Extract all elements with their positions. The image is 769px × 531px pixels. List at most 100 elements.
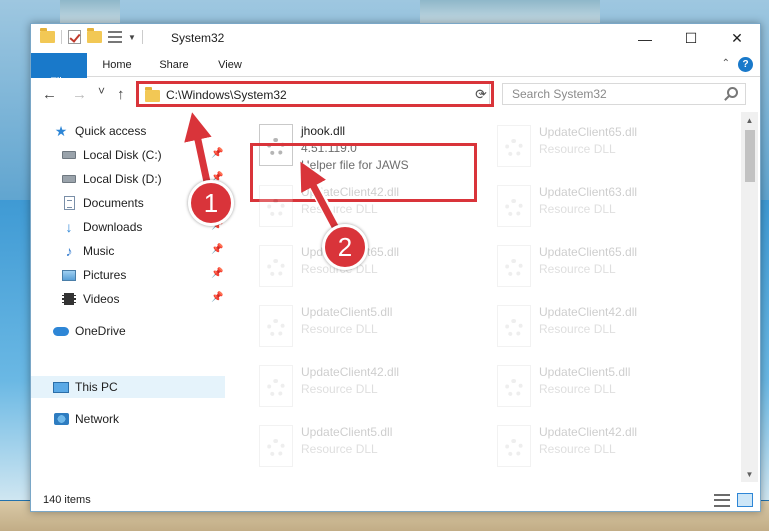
cloud-icon xyxy=(53,326,69,336)
tab-home[interactable]: Home xyxy=(93,53,141,77)
new-folder-icon[interactable] xyxy=(87,28,102,43)
status-bar: 140 items xyxy=(31,490,760,511)
pin-icon[interactable]: 📌 xyxy=(211,292,223,303)
step-badge-1: 1 xyxy=(188,180,234,226)
vertical-scrollbar[interactable]: ▲ ▼ xyxy=(741,112,758,482)
file-name: UpdateClient5.dll xyxy=(539,365,631,379)
file-name: UpdateClient65.dll xyxy=(539,125,638,139)
sidebar-item-network[interactable]: Network xyxy=(53,408,119,430)
toolbar-list-icon[interactable] xyxy=(108,31,122,43)
dll-file-icon xyxy=(259,425,293,467)
dll-file-icon xyxy=(259,305,293,347)
close-button[interactable]: ✕ xyxy=(714,24,760,53)
up-arrow-icon[interactable]: ↑ xyxy=(117,86,125,103)
file-name: UpdateClient5.dll xyxy=(301,425,393,439)
file-description: Resource DLL xyxy=(539,382,616,396)
pin-icon[interactable]: 📌 xyxy=(211,148,223,159)
dll-file-icon xyxy=(259,365,293,407)
dll-file-icon xyxy=(497,185,531,227)
sidebar-item-label: Local Disk (C:) xyxy=(83,148,162,162)
back-arrow-icon[interactable]: ← xyxy=(42,86,57,103)
pin-icon[interactable]: 📌 xyxy=(211,268,223,279)
recent-locations-icon[interactable]: ˅ xyxy=(98,84,105,98)
gear-icon xyxy=(267,259,285,277)
sidebar-item-label: Music xyxy=(83,244,115,258)
file-item[interactable]: UpdateClient5.dll Resource DLL xyxy=(251,417,481,475)
file-item[interactable]: UpdateClient42.dll Resource DLL xyxy=(489,417,719,475)
file-name: UpdateClient42.dll xyxy=(539,425,638,439)
drive-icon xyxy=(62,175,76,183)
sidebar-item-documents[interactable]: Documents xyxy=(61,192,144,214)
file-item[interactable]: UpdateClient63.dll Resource DLL xyxy=(489,177,719,235)
network-icon xyxy=(53,413,69,425)
gear-icon xyxy=(267,199,285,217)
sidebar-item-local-disk-d[interactable]: Local Disk (D:) xyxy=(61,168,162,190)
file-item[interactable]: UpdateClient65.dll Resource DLL xyxy=(489,237,719,295)
details-view-icon[interactable] xyxy=(714,494,730,507)
desktop-palm-leaves xyxy=(420,0,600,24)
minimize-button[interactable]: — xyxy=(622,24,668,53)
dll-file-icon xyxy=(259,185,293,227)
sidebar-item-onedrive[interactable]: OneDrive xyxy=(53,320,126,342)
file-item[interactable]: UpdateClient65.dll Resource DLL xyxy=(489,117,719,175)
gear-icon xyxy=(267,439,285,457)
sidebar-item-music[interactable]: ♪ Music xyxy=(61,240,115,262)
tab-view[interactable]: View xyxy=(207,53,253,77)
sidebar-item-quick-access[interactable]: ★ Quick access xyxy=(53,120,147,142)
file-explorer-window: ▼ System32 — ☐ ✕ File Home Share View ⌃ … xyxy=(30,23,761,512)
sidebar-item-this-pc[interactable]: This PC xyxy=(31,376,225,398)
file-item[interactable]: UpdateClient42.dll Resource DLL xyxy=(251,177,481,235)
maximize-button[interactable]: ☐ xyxy=(668,24,714,53)
chevron-up-icon[interactable]: ⌃ xyxy=(722,58,730,69)
sidebar-item-pictures[interactable]: Pictures xyxy=(61,264,126,286)
file-item[interactable]: UpdateClient42.dll Resource DLL xyxy=(489,297,719,355)
scroll-up-icon[interactable]: ▲ xyxy=(741,112,758,128)
large-icons-view-icon[interactable] xyxy=(737,493,753,507)
gear-icon xyxy=(505,379,523,397)
search-input[interactable] xyxy=(503,84,713,104)
dll-file-icon xyxy=(497,365,531,407)
file-description: Resource DLL xyxy=(301,322,378,336)
navigation-pane: ★ Quick access Local Disk (C:) 📌 Local D… xyxy=(31,112,227,482)
dll-file-icon xyxy=(259,245,293,287)
sidebar-item-local-disk-c[interactable]: Local Disk (C:) xyxy=(61,144,162,166)
folder-icon xyxy=(40,28,55,43)
sidebar-item-label: Documents xyxy=(83,196,144,210)
file-description: Resource DLL xyxy=(539,322,616,336)
documents-icon xyxy=(63,196,75,210)
step-badge-2: 2 xyxy=(322,224,368,270)
file-name: jhook.dll xyxy=(301,124,346,138)
address-toolbar: ← → ˅ ↑ C:\Windows\System32 ⌄ ⟳ xyxy=(31,78,760,112)
gear-icon xyxy=(505,139,523,157)
computer-icon xyxy=(53,381,69,393)
file-description: Resource DLL xyxy=(539,142,616,156)
title-bar: ▼ System32 — ☐ ✕ xyxy=(31,24,760,53)
window-title: System32 xyxy=(171,31,225,45)
file-list: jhook.dll 4.51.119.0 Helper file for JAW… xyxy=(243,112,741,482)
file-item[interactable]: UpdateClient42.dll Resource DLL xyxy=(251,357,481,415)
pin-icon[interactable]: 📌 xyxy=(211,244,223,255)
sidebar-item-videos[interactable]: Videos xyxy=(61,288,119,310)
file-item[interactable]: UpdateClient5.dll Resource DLL xyxy=(489,357,719,415)
sidebar-item-label: Downloads xyxy=(83,220,143,234)
sidebar-item-label: OneDrive xyxy=(75,324,126,338)
file-name: UpdateClient63.dll xyxy=(539,185,638,199)
properties-check-icon[interactable] xyxy=(68,30,81,44)
quick-access-toolbar: ▼ xyxy=(40,28,143,44)
file-item[interactable]: UpdateClient5.dll Resource DLL xyxy=(251,297,481,355)
forward-arrow-icon[interactable]: → xyxy=(72,86,87,103)
sidebar-item-label: Local Disk (D:) xyxy=(83,172,162,186)
gear-icon xyxy=(267,379,285,397)
highlight-address-bar xyxy=(136,81,494,107)
gear-icon xyxy=(505,259,523,277)
file-name: UpdateClient42.dll xyxy=(301,185,400,199)
sidebar-item-downloads[interactable]: ↓ Downloads xyxy=(61,216,143,238)
scroll-down-icon[interactable]: ▼ xyxy=(741,466,758,482)
tab-share[interactable]: Share xyxy=(149,53,199,77)
scrollbar-thumb[interactable] xyxy=(745,130,755,182)
chevron-down-icon[interactable]: ▼ xyxy=(128,33,136,42)
help-icon[interactable]: ? xyxy=(738,57,753,72)
file-description: Resource DLL xyxy=(301,382,378,396)
search-icon[interactable] xyxy=(727,87,738,98)
search-box[interactable] xyxy=(502,83,746,105)
